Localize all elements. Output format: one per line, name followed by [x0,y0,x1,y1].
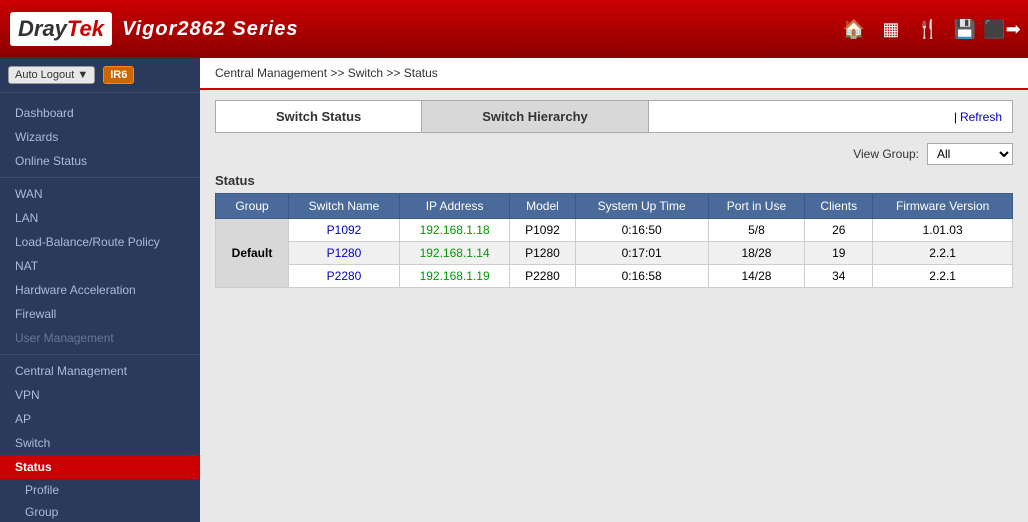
cell-ip-address: 192.168.1.19 [400,265,510,288]
view-group-label: View Group: [853,147,919,161]
ip-address-link[interactable]: 192.168.1.18 [420,223,490,237]
product-name: Vigor2862 Series [122,18,298,41]
sidebar: Auto Logout ▼ IR6 Dashboard Wizards Onli… [0,58,200,522]
cell-switch-name: P1280 [289,242,400,265]
cell-port-in-use: 5/8 [708,219,805,242]
col-firmware-version: Firmware Version [873,194,1013,219]
sidebar-item-dashboard[interactable]: Dashboard [0,101,200,125]
sidebar-nav: Dashboard Wizards Online Status WAN LAN … [0,93,200,522]
view-group-bar: View Group: All Default [215,143,1013,165]
sidebar-item-hardware-accel[interactable]: Hardware Acceleration [0,278,200,302]
sidebar-item-firewall[interactable]: Firewall [0,302,200,326]
main-layout: Auto Logout ▼ IR6 Dashboard Wizards Onli… [0,58,1028,522]
sidebar-item-wan[interactable]: WAN [0,182,200,206]
header-icons: 🏠 ▦ 🍴 💾 ⬛➡ [838,13,1018,45]
cell-port-in-use: 14/28 [708,265,805,288]
home-icon[interactable]: 🏠 [838,13,870,45]
cell-firmware-version: 1.01.03 [873,219,1013,242]
logo-area: DrayTek Vigor2862 Series [10,12,298,46]
cell-ip-address: 192.168.1.14 [400,242,510,265]
tab-switch-hierarchy[interactable]: Switch Hierarchy [422,101,649,132]
sidebar-item-central-mgmt[interactable]: Central Management [0,359,200,383]
col-ip-address: IP Address [400,194,510,219]
logout-icon[interactable]: ⬛➡ [986,13,1018,45]
cell-model: P2280 [510,265,575,288]
status-title: Status [215,173,1013,188]
cell-group: Default [216,219,289,288]
save-icon[interactable]: 💾 [949,13,981,45]
cell-switch-name: P1092 [289,219,400,242]
cell-model: P1280 [510,242,575,265]
cell-port-in-use: 18/28 [708,242,805,265]
sidebar-item-vpn[interactable]: VPN [0,383,200,407]
cell-ip-address: 192.168.1.18 [400,219,510,242]
switch-name-link[interactable]: P2280 [327,269,362,283]
table-row: P1280192.168.1.14P12800:17:0118/28192.2.… [216,242,1013,265]
cell-firmware-version: 2.2.1 [873,265,1013,288]
cell-system-up-time: 0:16:58 [575,265,708,288]
draytek-logo: DrayTek [10,12,112,46]
sidebar-item-group[interactable]: Group [0,501,200,522]
col-clients: Clients [805,194,873,219]
refresh-area: | Refresh [944,102,1012,132]
table-row: DefaultP1092192.168.1.18P10920:16:505/82… [216,219,1013,242]
sidebar-item-status[interactable]: Status [0,455,200,479]
col-port-in-use: Port in Use [708,194,805,219]
nav-divider-1 [0,177,200,178]
sidebar-item-ap[interactable]: AP [0,407,200,431]
cell-system-up-time: 0:16:50 [575,219,708,242]
sidebar-item-online-status[interactable]: Online Status [0,149,200,173]
sidebar-item-switch[interactable]: Switch [0,431,200,455]
cell-firmware-version: 2.2.1 [873,242,1013,265]
cell-system-up-time: 0:17:01 [575,242,708,265]
cell-clients: 34 [805,265,873,288]
col-model: Model [510,194,575,219]
sidebar-top: Auto Logout ▼ IR6 [0,58,200,93]
sidebar-item-user-mgmt[interactable]: User Management [0,326,200,350]
settings-icon[interactable]: 🍴 [912,13,944,45]
sidebar-item-wizards[interactable]: Wizards [0,125,200,149]
col-group: Group [216,194,289,219]
menu-icon[interactable]: ▦ [875,13,907,45]
sidebar-item-lan[interactable]: LAN [0,206,200,230]
view-group-select[interactable]: All Default [927,143,1013,165]
breadcrumb: Central Management >> Switch >> Status [200,58,1028,90]
table-row: P2280192.168.1.19P22800:16:5814/28342.2.… [216,265,1013,288]
main-content: Central Management >> Switch >> Status S… [200,58,1028,522]
sidebar-item-load-balance[interactable]: Load-Balance/Route Policy [0,230,200,254]
sidebar-item-profile[interactable]: Profile [0,479,200,501]
auto-logout-button[interactable]: Auto Logout ▼ [8,66,95,84]
tab-switch-status[interactable]: Switch Status [216,101,422,132]
switch-table: Group Switch Name IP Address Model Syste… [215,193,1013,288]
ip-address-link[interactable]: 192.168.1.19 [420,269,490,283]
col-system-up-time: System Up Time [575,194,708,219]
sidebar-item-nat[interactable]: NAT [0,254,200,278]
col-switch-name: Switch Name [289,194,400,219]
nav-divider-2 [0,354,200,355]
content-area: Switch Status Switch Hierarchy | Refresh… [200,90,1028,522]
cell-model: P1092 [510,219,575,242]
cell-clients: 26 [805,219,873,242]
ip-address-link[interactable]: 192.168.1.14 [420,246,490,260]
cell-clients: 19 [805,242,873,265]
header: DrayTek Vigor2862 Series 🏠 ▦ 🍴 💾 ⬛➡ [0,0,1028,58]
ipv6-badge: IR6 [103,66,134,84]
cell-switch-name: P2280 [289,265,400,288]
switch-name-link[interactable]: P1092 [327,223,362,237]
switch-name-link[interactable]: P1280 [327,246,362,260]
refresh-button[interactable]: Refresh [960,110,1002,124]
tab-bar: Switch Status Switch Hierarchy | Refresh [215,100,1013,133]
